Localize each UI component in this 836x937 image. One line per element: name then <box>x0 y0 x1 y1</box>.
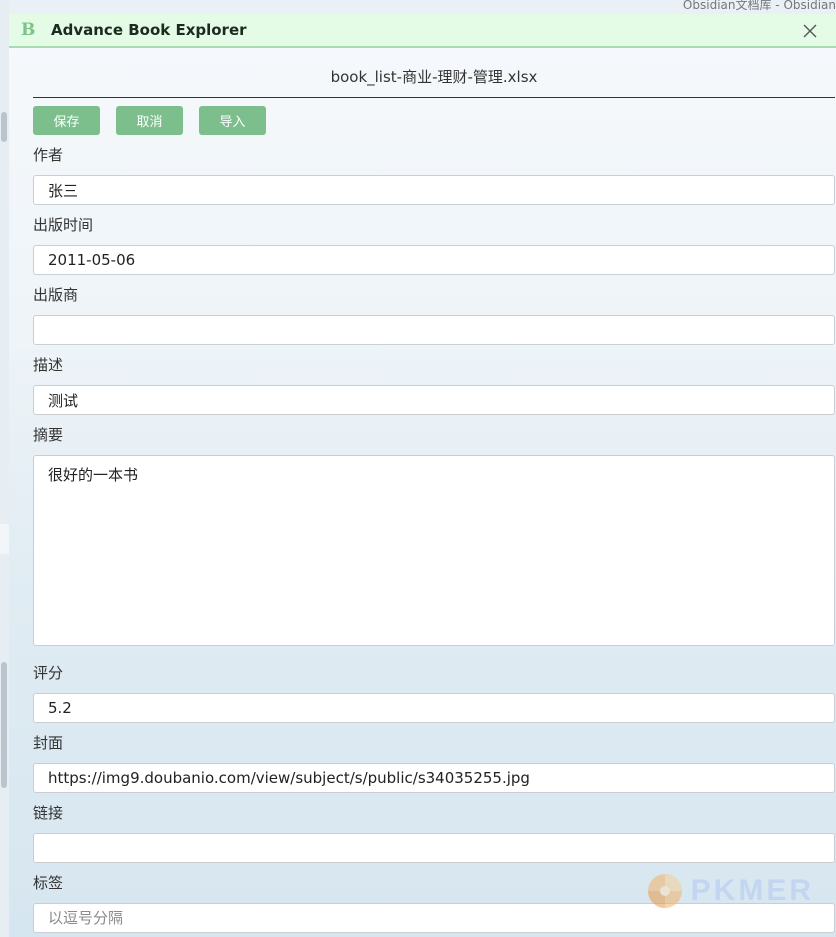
link-field[interactable] <box>33 833 835 863</box>
description-label: 描述 <box>33 356 64 374</box>
author-field[interactable] <box>33 175 835 205</box>
save-button[interactable]: 保存 <box>33 106 100 135</box>
background-panel-gap <box>0 524 9 554</box>
summary-textarea[interactable]: 很好的一本书 <box>33 455 835 646</box>
rating-field[interactable] <box>33 693 835 723</box>
file-title: book_list-商业-理财-管理.xlsx <box>33 50 835 98</box>
publisher-field[interactable] <box>33 315 835 345</box>
cancel-button[interactable]: 取消 <box>116 106 183 135</box>
publish-date-label: 出版时间 <box>33 216 94 234</box>
description-field[interactable] <box>33 385 835 415</box>
pkmer-logo-icon <box>647 874 682 908</box>
cover-url-field[interactable] <box>33 763 835 793</box>
link-label: 链接 <box>33 804 64 822</box>
tags-label: 标签 <box>33 874 64 892</box>
watermark-text: PKMER <box>690 874 814 907</box>
close-button[interactable] <box>800 21 820 41</box>
background-scrollbar-top <box>1 112 7 142</box>
app-logo-icon: B <box>21 20 36 40</box>
action-toolbar: 保存 取消 导入 <box>33 106 835 135</box>
author-label: 作者 <box>33 146 64 164</box>
pkmer-watermark: PKMER <box>645 871 814 911</box>
background-window-title: Obsidian文档库 - Obsidian <box>682 0 836 12</box>
close-icon <box>803 24 817 38</box>
cover-label: 封面 <box>33 734 64 752</box>
modal-title: Advance Book Explorer <box>51 21 247 39</box>
background-sidebar-edge <box>0 0 9 937</box>
rating-label: 评分 <box>33 664 64 682</box>
background-scrollbar-bottom <box>1 662 7 788</box>
book-editor-modal: B Advance Book Explorer book_list-商业-理财-… <box>9 14 836 937</box>
summary-label: 摘要 <box>33 426 64 444</box>
publisher-label: 出版商 <box>33 286 79 304</box>
import-button[interactable]: 导入 <box>199 106 266 135</box>
publish-date-field[interactable] <box>33 245 835 275</box>
modal-content: book_list-商业-理财-管理.xlsx 保存 取消 导入 <box>33 50 835 135</box>
modal-titlebar: B Advance Book Explorer <box>9 14 836 48</box>
